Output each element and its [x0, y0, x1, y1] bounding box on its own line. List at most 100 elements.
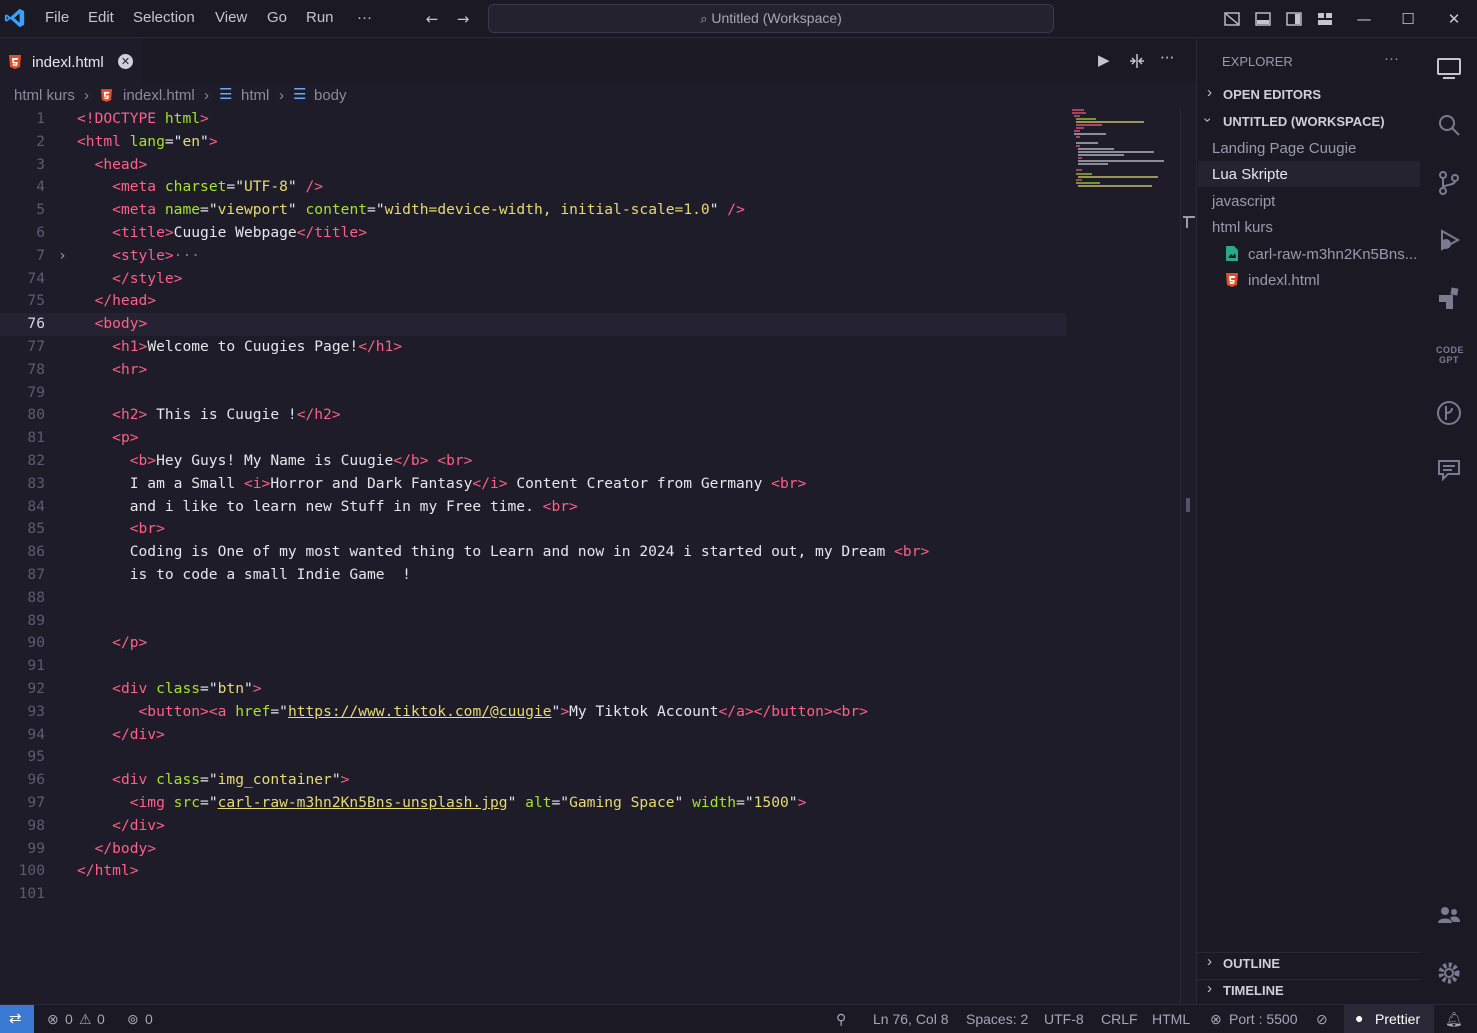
ports-count[interactable]: 0 — [145, 1011, 153, 1027]
eol[interactable]: CRLF — [1101, 1011, 1138, 1027]
code-line[interactable]: 75 </head> — [0, 290, 1066, 313]
tab-indexl-html[interactable]: indexl.html ✕ — [0, 39, 142, 82]
folder-lua-skripte[interactable]: Lua Skripte — [1212, 166, 1288, 183]
breadcrumb-html[interactable]: html — [241, 87, 269, 104]
indentation[interactable]: Spaces: 2 — [966, 1011, 1028, 1027]
folder-html-kurs[interactable]: html kurs — [1212, 219, 1273, 236]
toggle-secondary-icon[interactable] — [1254, 10, 1272, 28]
code-line[interactable]: 74 </style> — [0, 268, 1066, 291]
code-text[interactable]: <br> — [77, 518, 165, 541]
code-line[interactable]: 99 </body> — [0, 838, 1066, 861]
breadcrumb-folder[interactable]: html kurs — [14, 87, 75, 104]
code-line[interactable]: 89 — [0, 610, 1066, 633]
workspace-section[interactable]: UNTITLED (WORKSPACE) — [1223, 114, 1385, 129]
code-line[interactable]: 97 <img src="carl-raw-m3hn2Kn5Bns-unspla… — [0, 792, 1066, 815]
code-text[interactable]: <!DOCTYPE html> — [77, 108, 209, 131]
code-line[interactable]: 3 <head> — [0, 154, 1066, 177]
code-editor[interactable]: 1 <!DOCTYPE html> 2 <html lang="en"> 3 <head… — [0, 108, 1196, 1004]
menu-selection[interactable]: Selection — [133, 9, 195, 26]
menu-run[interactable]: Run — [306, 9, 334, 26]
minimize-icon[interactable]: — — [1355, 10, 1373, 28]
live-server-port[interactable]: Port : 5500 — [1229, 1011, 1298, 1027]
language-mode[interactable]: HTML — [1152, 1011, 1190, 1027]
code-line[interactable]: 93 <button><a href="https://www.tiktok.c… — [0, 701, 1066, 724]
minimap[interactable] — [1068, 108, 1180, 188]
code-text[interactable]: <body> — [77, 313, 148, 336]
extensions-icon[interactable] — [1436, 285, 1462, 311]
code-line[interactable]: 88 — [0, 587, 1066, 610]
error-icon[interactable]: ⊗ — [47, 1011, 59, 1028]
breadcrumb-file[interactable]: indexl.html — [123, 87, 195, 104]
remote-indicator[interactable]: ⇄ — [0, 1005, 34, 1033]
code-line[interactable]: 5 <meta name="viewport" content="width=d… — [0, 199, 1066, 222]
code-text[interactable]: </style> — [77, 268, 182, 291]
code-line[interactable]: 91 — [0, 655, 1066, 678]
code-text[interactable]: <style>··· — [77, 245, 200, 268]
codegpt-icon[interactable]: CODE GPT — [1436, 342, 1464, 368]
scroll-thumb[interactable] — [1186, 498, 1190, 512]
open-editors-section[interactable]: OPEN EDITORS — [1223, 87, 1321, 102]
notifications-icon[interactable]: 🔔︎ — [1445, 1011, 1463, 1028]
chevron-right-icon[interactable]: › — [1207, 953, 1212, 970]
explorer-more-icon[interactable]: ··· — [1384, 50, 1399, 67]
code-line[interactable]: 86 Coding is One of my most wanted thing… — [0, 541, 1066, 564]
code-text[interactable]: </body> — [77, 838, 157, 861]
maximize-icon[interactable]: ☐ — [1399, 10, 1417, 28]
split-diff-icon[interactable] — [1128, 52, 1146, 70]
code-text[interactable]: <div class="img_container"> — [77, 769, 349, 792]
timeline-section[interactable]: TIMELINE — [1223, 983, 1284, 998]
menu-go[interactable]: Go — [267, 9, 287, 26]
code-text[interactable]: <head> — [77, 154, 148, 177]
code-line[interactable]: 101 — [0, 883, 1066, 906]
search-icon[interactable] — [1436, 112, 1462, 138]
folder-landing-page[interactable]: Landing Page Cuugie — [1212, 140, 1356, 157]
code-line[interactable]: 1 <!DOCTYPE html> — [0, 108, 1066, 131]
remote-explorer-icon[interactable] — [1436, 55, 1462, 81]
tab-close-icon[interactable]: ✕ — [118, 54, 133, 69]
more-actions-icon[interactable]: ··· — [1160, 49, 1174, 67]
code-line[interactable]: 78 <hr> — [0, 359, 1066, 382]
source-control-icon[interactable] — [1436, 170, 1462, 196]
code-line[interactable]: 81 <p> — [0, 427, 1066, 450]
code-text[interactable]: <div class="btn"> — [77, 678, 261, 701]
code-text[interactable]: Coding is One of my most wanted thing to… — [77, 541, 930, 564]
code-line[interactable]: 79 — [0, 382, 1066, 405]
code-text[interactable]: and i like to learn new Stuff in my Free… — [77, 496, 578, 519]
code-text[interactable]: I am a Small <i>Horror and Dark Fantasy<… — [77, 473, 807, 496]
chat-icon[interactable] — [1436, 457, 1462, 483]
code-line[interactable]: 6 <title>Cuugie Webpage</title> — [0, 222, 1066, 245]
code-text[interactable]: <meta charset="UTF-8" /> — [77, 176, 323, 199]
code-line[interactable]: 82 <b>Hey Guys! My Name is Cuugie</b> <b… — [0, 450, 1066, 473]
code-text[interactable]: </div> — [77, 724, 165, 747]
code-text[interactable]: <h2> This is Cuugie !</h2> — [77, 404, 340, 427]
chevron-down-icon[interactable]: › — [1200, 118, 1216, 123]
warning-count[interactable]: 0 — [97, 1011, 105, 1027]
layout-icon[interactable] — [1316, 10, 1334, 28]
code-line[interactable]: 2 <html lang="en"> — [0, 131, 1066, 154]
code-line[interactable]: 94 </div> — [0, 724, 1066, 747]
toggle-sidebar-icon[interactable] — [1285, 10, 1303, 28]
code-line[interactable]: 83 I am a Small <i>Horror and Dark Fanta… — [0, 473, 1066, 496]
warning-icon[interactable]: ⚠ — [79, 1011, 92, 1028]
editor-scrollbar[interactable] — [1180, 108, 1196, 1004]
zoom-icon[interactable]: ⚲ — [836, 1011, 846, 1028]
chevron-right-icon[interactable]: › — [1207, 84, 1212, 101]
run-icon[interactable]: ▶ — [1098, 51, 1110, 69]
code-text[interactable]: </div> — [77, 815, 165, 838]
code-line[interactable]: 76 <body> — [0, 313, 1066, 336]
code-text[interactable]: </p> — [77, 632, 147, 655]
fold-chevron-icon[interactable]: › — [58, 245, 67, 268]
menu-view[interactable]: View — [215, 9, 247, 26]
code-line[interactable]: 98 </div> — [0, 815, 1066, 838]
git-graph-icon[interactable] — [1436, 400, 1462, 426]
code-text[interactable]: </head> — [77, 290, 157, 313]
code-line[interactable]: 87 is to code a small Indie Game ! — [0, 564, 1066, 587]
outline-section[interactable]: OUTLINE — [1223, 956, 1280, 971]
toggle-panel-icon[interactable] — [1223, 10, 1241, 28]
code-text[interactable]: is to code a small Indie Game ! — [77, 564, 411, 587]
code-text[interactable]: <h1>Welcome to Cuugies Page!</h1> — [77, 336, 402, 359]
menu-file[interactable]: File — [45, 9, 69, 26]
code-line[interactable]: 92 <div class="btn"> — [0, 678, 1066, 701]
vscode-logo-icon[interactable] — [4, 7, 26, 29]
back-arrow-icon[interactable]: ← — [423, 10, 441, 28]
